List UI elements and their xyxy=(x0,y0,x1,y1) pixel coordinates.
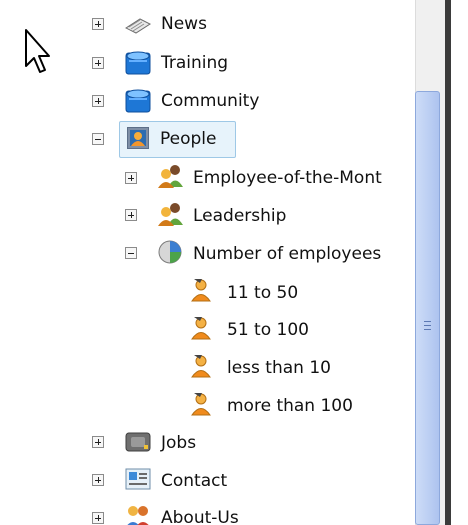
tree-item-label-news[interactable]: News xyxy=(161,9,207,39)
expand-toggle-about-us[interactable] xyxy=(92,512,104,524)
person-leaf-icon xyxy=(191,317,211,340)
tree-item-label-leadership[interactable]: Leadership xyxy=(193,201,286,231)
folder-icon xyxy=(125,89,151,113)
tree-item-label-more-than-100[interactable]: more than 100 xyxy=(227,391,353,421)
expand-toggle-community[interactable] xyxy=(92,95,104,107)
tree-item-label-training[interactable]: Training xyxy=(161,48,228,78)
scrollbar-grip xyxy=(424,325,431,326)
mouse-pointer-icon xyxy=(25,29,50,73)
person-leaf-icon xyxy=(191,355,211,378)
scrollbar-grip xyxy=(424,329,431,330)
tree-view: News Training Community People Employee-… xyxy=(0,0,412,525)
person-picture-icon xyxy=(127,127,149,149)
collapse-toggle-number-of-employees[interactable] xyxy=(125,247,137,259)
expand-toggle-jobs[interactable] xyxy=(92,436,104,448)
expand-toggle-employee-of-the-month[interactable] xyxy=(125,172,137,184)
tree-item-label-people[interactable]: People xyxy=(160,124,216,154)
collapse-toggle-people[interactable] xyxy=(92,133,104,145)
folder-icon xyxy=(125,51,151,75)
person-leaf-icon xyxy=(191,279,211,302)
users-about-icon xyxy=(127,506,149,525)
person-leaf-icon xyxy=(191,393,211,416)
vertical-scrollbar-thumb[interactable] xyxy=(415,91,440,525)
tree-item-label-employee-of-the-month[interactable]: Employee-of-the-Mont xyxy=(193,163,382,193)
expand-toggle-news[interactable] xyxy=(92,18,104,30)
tree-item-label-51-to-100[interactable]: 51 to 100 xyxy=(227,315,309,345)
tree-item-label-less-than-10[interactable]: less than 10 xyxy=(227,353,331,383)
tree-item-label-11-to-50[interactable]: 11 to 50 xyxy=(227,278,298,308)
briefcase-icon xyxy=(125,432,151,452)
newspaper-icon xyxy=(124,18,152,34)
contact-card-icon xyxy=(125,468,151,490)
users-group-icon xyxy=(158,203,183,226)
tree-item-label-contact[interactable]: Contact xyxy=(161,466,227,496)
tree-item-label-community[interactable]: Community xyxy=(161,86,259,116)
tree-item-label-jobs[interactable]: Jobs xyxy=(161,428,196,458)
expand-toggle-training[interactable] xyxy=(92,57,104,69)
tree-item-label-number-of-employees[interactable]: Number of employees xyxy=(193,239,381,269)
users-group-icon xyxy=(158,165,183,188)
pie-chart-icon xyxy=(158,240,182,264)
expand-toggle-leadership[interactable] xyxy=(125,209,137,221)
scrollbar-grip xyxy=(424,321,431,322)
expand-toggle-contact[interactable] xyxy=(92,474,104,486)
window-right-margin xyxy=(451,0,468,525)
tree-item-label-about-us[interactable]: About-Us xyxy=(161,503,239,525)
